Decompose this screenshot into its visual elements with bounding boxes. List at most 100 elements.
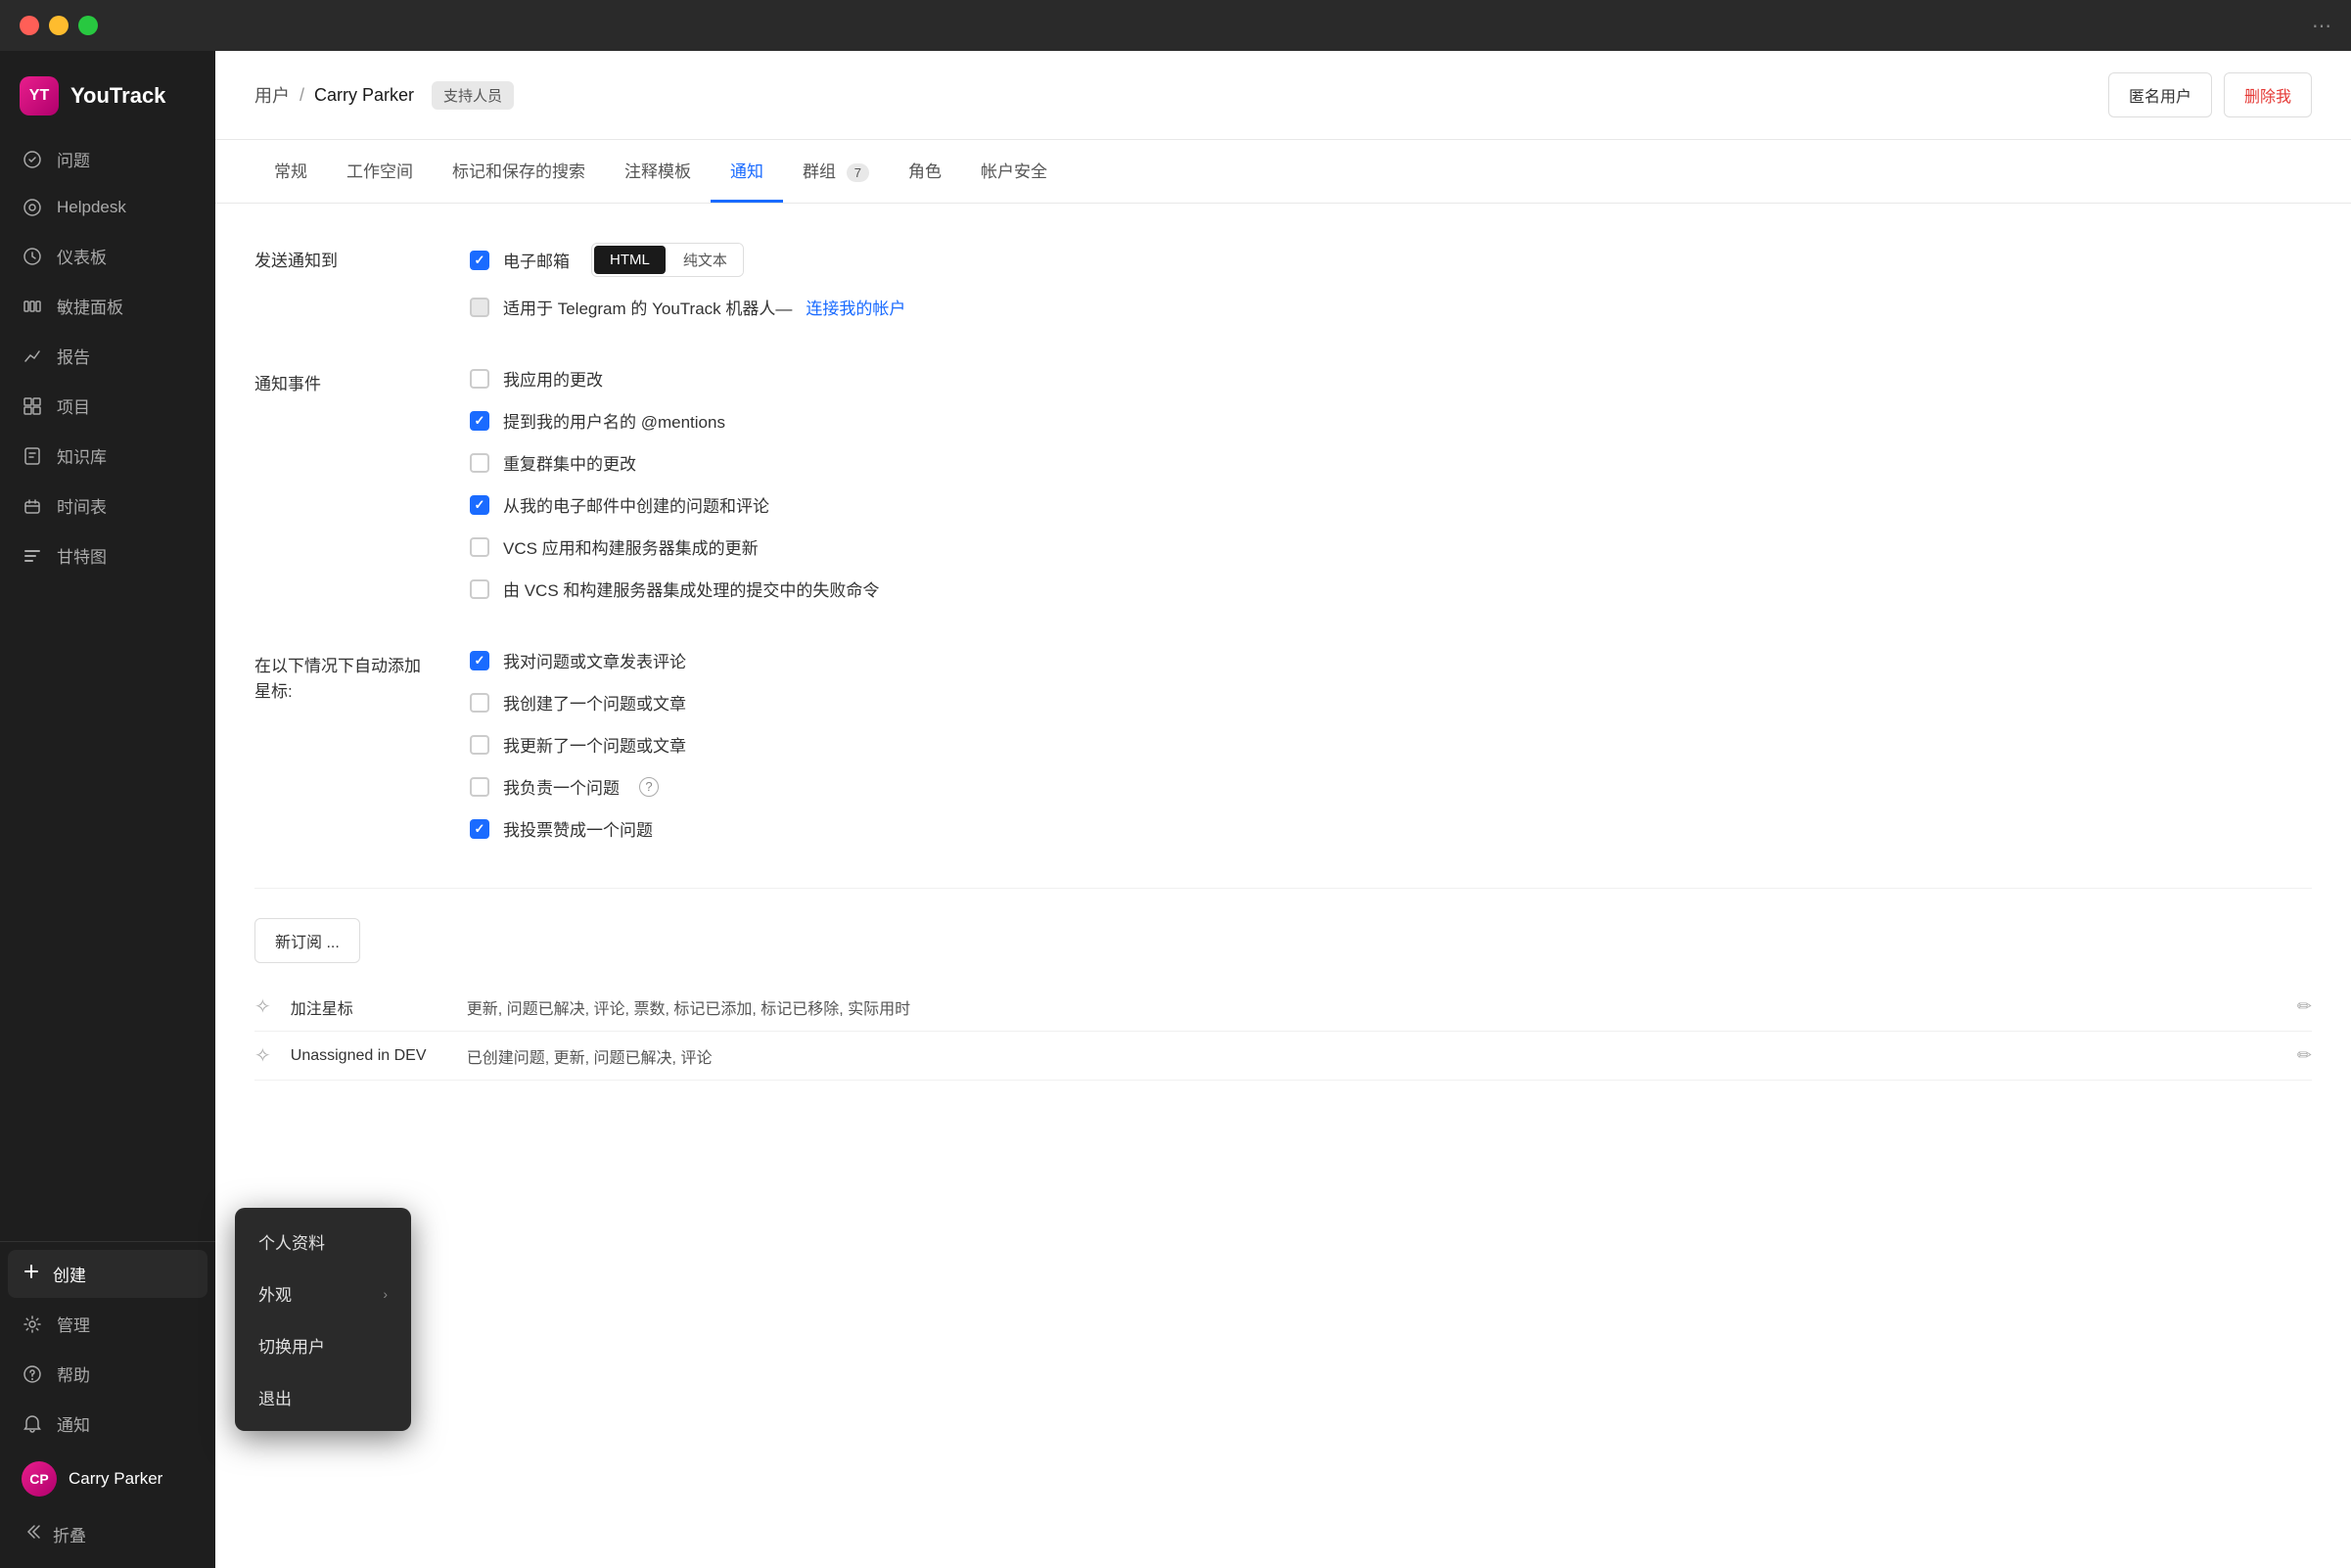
send-to-content: 电子邮箱 HTML 纯文本 适用于 Telegram 的 YouTrack 机器… [470,243,2312,337]
tab-notifications[interactable]: 通知 [711,140,783,203]
titlebar: ⋯ [0,0,2351,51]
sidebar-item-timetracking[interactable]: 时间表 [8,482,207,530]
sidebar-item-knowledge[interactable]: 知识库 [8,432,207,480]
issues-label: 问题 [57,147,194,171]
timetracking-label: 时间表 [57,493,194,518]
notifications-icon [22,1413,43,1435]
telegram-link[interactable]: 连接我的帐户 [806,295,905,319]
sidebar-item-reports[interactable]: 报告 [8,332,207,380]
sub-values-2: 已创建问题, 更新, 问题已解决, 评论 [467,1044,2278,1068]
events-section: 通知事件 我应用的更改 提到我的用户名的 @mentions [254,366,2312,619]
collapse-sidebar-button[interactable]: 折叠 [8,1510,207,1558]
sidebar-item-issues[interactable]: 问题 [8,135,207,183]
auto-star-section: 在以下情况下自动添加 星标: 我对问题或文章发表评论 我创建了一个问题或文章 [254,648,2312,858]
knowledge-icon [22,445,43,467]
sub-edit-icon-1[interactable]: ✏ [2297,996,2312,1017]
create-label: 创建 [53,1262,86,1286]
vcs-updates-label: VCS 应用和构建服务器集成的更新 [503,534,759,559]
telegram-checkbox[interactable] [470,298,489,317]
sub-edit-icon-2[interactable]: ✏ [2297,1045,2312,1066]
create-button[interactable]: 创建 [8,1250,207,1298]
help-label: 帮助 [57,1361,194,1386]
sidebar-item-agile[interactable]: 敏捷面板 [8,282,207,330]
vcs-failures-checkbox[interactable] [470,579,489,599]
tab-general[interactable]: 常规 [254,140,327,203]
event-app-changes: 我应用的更改 [470,366,2312,391]
tab-workspace[interactable]: 工作空间 [327,140,433,203]
menu-dots-icon[interactable]: ⋯ [2312,16,2331,37]
manage-icon [22,1314,43,1335]
sidebar-item-gantt[interactable]: 甘特图 [8,531,207,579]
vcs-failures-label: 由 VCS 和构建服务器集成处理的提交中的失败命令 [503,576,879,601]
close-button[interactable] [20,16,39,35]
sidebar-item-projects[interactable]: 项目 [8,382,207,430]
tab-tags[interactable]: 标记和保存的搜索 [433,140,605,203]
collapse-icon [22,1522,41,1546]
sub-star-icon-1: ✧ [254,994,271,1019]
voted-checkbox[interactable] [470,819,489,839]
breadcrumb-users-link[interactable]: 用户 [254,82,290,108]
sidebar-item-help[interactable]: 帮助 [8,1350,207,1398]
user-name: Carry Parker [69,1469,162,1489]
sidebar-item-manage[interactable]: 管理 [8,1300,207,1348]
email-issues-checkbox[interactable] [470,495,489,515]
group-changes-checkbox[interactable] [470,453,489,473]
main-content-area: 用户 / Carry Parker 支持人员 匿名用户 删除我 常规 工作空间 … [215,51,2351,1568]
titlebar-right: ⋯ [2312,14,2331,38]
manage-label: 管理 [57,1312,194,1336]
email-checkbox[interactable] [470,251,489,270]
user-role-badge: 支持人员 [432,81,514,110]
sidebar-item-helpdesk[interactable]: Helpdesk [8,185,207,230]
notifications-content: 发送通知到 电子邮箱 HTML 纯文本 适用于 Telegr [215,204,2351,1568]
popup-logout-label: 退出 [258,1385,292,1409]
updated-checkbox[interactable] [470,735,489,755]
tab-security[interactable]: 帐户安全 [961,140,1067,203]
anonymous-user-button[interactable]: 匿名用户 [2108,72,2212,117]
agile-icon [22,296,43,317]
user-menu-button[interactable]: CP Carry Parker [8,1450,207,1508]
help-icon [22,1363,43,1385]
avatar: CP [22,1461,57,1497]
app-changes-checkbox[interactable] [470,369,489,389]
projects-icon [22,395,43,417]
collapse-label: 折叠 [53,1522,86,1546]
star-voted: 我投票赞成一个问题 [470,816,2312,841]
popup-item-profile[interactable]: 个人资料 [235,1216,411,1268]
delete-me-button[interactable]: 删除我 [2224,72,2312,117]
commented-checkbox[interactable] [470,651,489,670]
events-content: 我应用的更改 提到我的用户名的 @mentions 重复群集中的更改 [470,366,2312,619]
send-to-label: 发送通知到 [254,243,470,337]
popup-item-appearance[interactable]: 外观 › [235,1268,411,1319]
sub-values-1: 更新, 问题已解决, 评论, 票数, 标记已添加, 标记已移除, 实际用时 [467,995,2278,1019]
popup-item-switch-user[interactable]: 切换用户 [235,1319,411,1371]
app-name: YouTrack [70,83,165,109]
created-checkbox[interactable] [470,693,489,713]
sidebar-item-notifications[interactable]: 通知 [8,1400,207,1448]
auto-star-content: 我对问题或文章发表评论 我创建了一个问题或文章 我更新了一个问题或文章 [470,648,2312,858]
format-html-button[interactable]: HTML [594,246,666,274]
mentions-checkbox[interactable] [470,411,489,431]
email-issues-label: 从我的电子邮件中创建的问题和评论 [503,492,769,517]
group-changes-label: 重复群集中的更改 [503,450,636,475]
send-to-section: 发送通知到 电子邮箱 HTML 纯文本 适用于 Telegr [254,243,2312,337]
format-toggle: HTML 纯文本 [591,243,744,277]
star-assigned: 我负责一个问题 ? [470,774,2312,799]
assigned-help-icon[interactable]: ? [639,777,659,797]
event-vcs-updates: VCS 应用和构建服务器集成的更新 [470,534,2312,559]
format-plain-button[interactable]: 纯文本 [668,244,743,276]
tab-groups[interactable]: 群组 7 [783,140,889,203]
tab-templates[interactable]: 注释模板 [605,140,711,203]
telegram-label: 适用于 Telegram 的 YouTrack 机器人— [503,295,792,319]
tab-roles[interactable]: 角色 [889,140,961,203]
sub-star-icon-2: ✧ [254,1043,271,1068]
events-label: 通知事件 [254,366,470,619]
new-subscription-button[interactable]: 新订阅 ... [254,918,360,963]
vcs-updates-checkbox[interactable] [470,537,489,557]
event-email-issues: 从我的电子邮件中创建的问题和评论 [470,492,2312,517]
popup-switch-user-label: 切换用户 [258,1333,325,1358]
sidebar-item-dashboard[interactable]: 仪表板 [8,232,207,280]
assigned-checkbox[interactable] [470,777,489,797]
popup-item-logout[interactable]: 退出 [235,1371,411,1423]
minimize-button[interactable] [49,16,69,35]
maximize-button[interactable] [78,16,98,35]
